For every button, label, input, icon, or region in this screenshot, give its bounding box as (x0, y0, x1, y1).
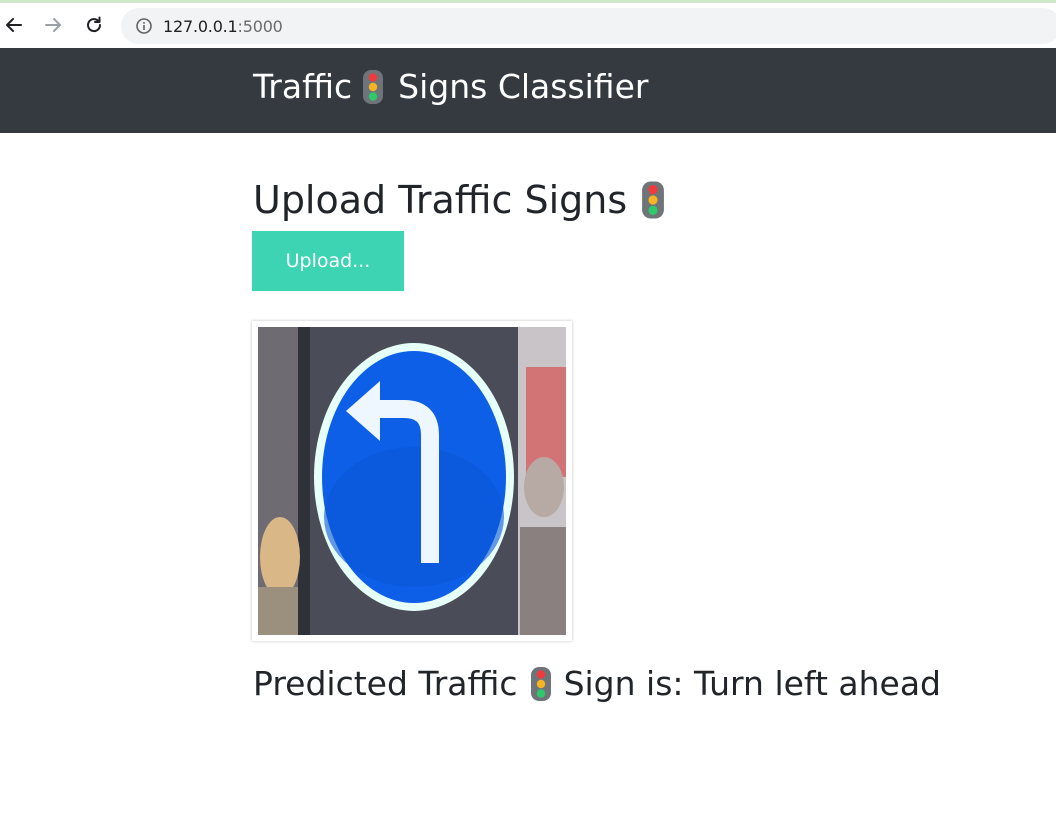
info-icon[interactable] (135, 17, 153, 35)
upload-button[interactable]: Upload... (252, 231, 404, 291)
brand-text-classifier: Signs Classifier (398, 67, 649, 106)
url-text: 127.0.0.1:5000 (163, 17, 283, 36)
arrow-left-icon (6, 18, 22, 32)
navbar-brand[interactable]: Traffic Signs Classifier (253, 66, 648, 108)
traffic-light-icon (530, 667, 551, 701)
address-bar[interactable]: 127.0.0.1:5000 (121, 8, 1056, 44)
arrow-right-icon (45, 18, 61, 32)
forward-button[interactable] (40, 12, 66, 38)
browser-toolbar: 127.0.0.1:5000 (0, 0, 1056, 48)
reload-button[interactable] (81, 12, 107, 38)
url-port: :5000 (237, 16, 283, 36)
page-title-text: Upload Traffic Signs (253, 178, 628, 222)
url-host: 127.0.0.1 (163, 16, 238, 36)
prediction-text-part1: Predicted Traffic (253, 664, 518, 703)
reload-icon (87, 16, 102, 33)
back-button[interactable] (1, 12, 27, 38)
prediction-text-part2: Sign is: Turn left ahead (563, 664, 941, 703)
navbar: Traffic Signs Classifier (0, 48, 1056, 133)
brand-text-traffic: Traffic (253, 67, 353, 106)
prediction-result: Predicted Traffic Sign is: Turn left ahe… (253, 662, 941, 706)
traffic-light-icon (363, 70, 384, 104)
traffic-sign-image (258, 327, 566, 635)
uploaded-image-preview (252, 321, 572, 641)
traffic-light-icon (642, 181, 665, 219)
page-title: Upload Traffic Signs (253, 176, 665, 224)
